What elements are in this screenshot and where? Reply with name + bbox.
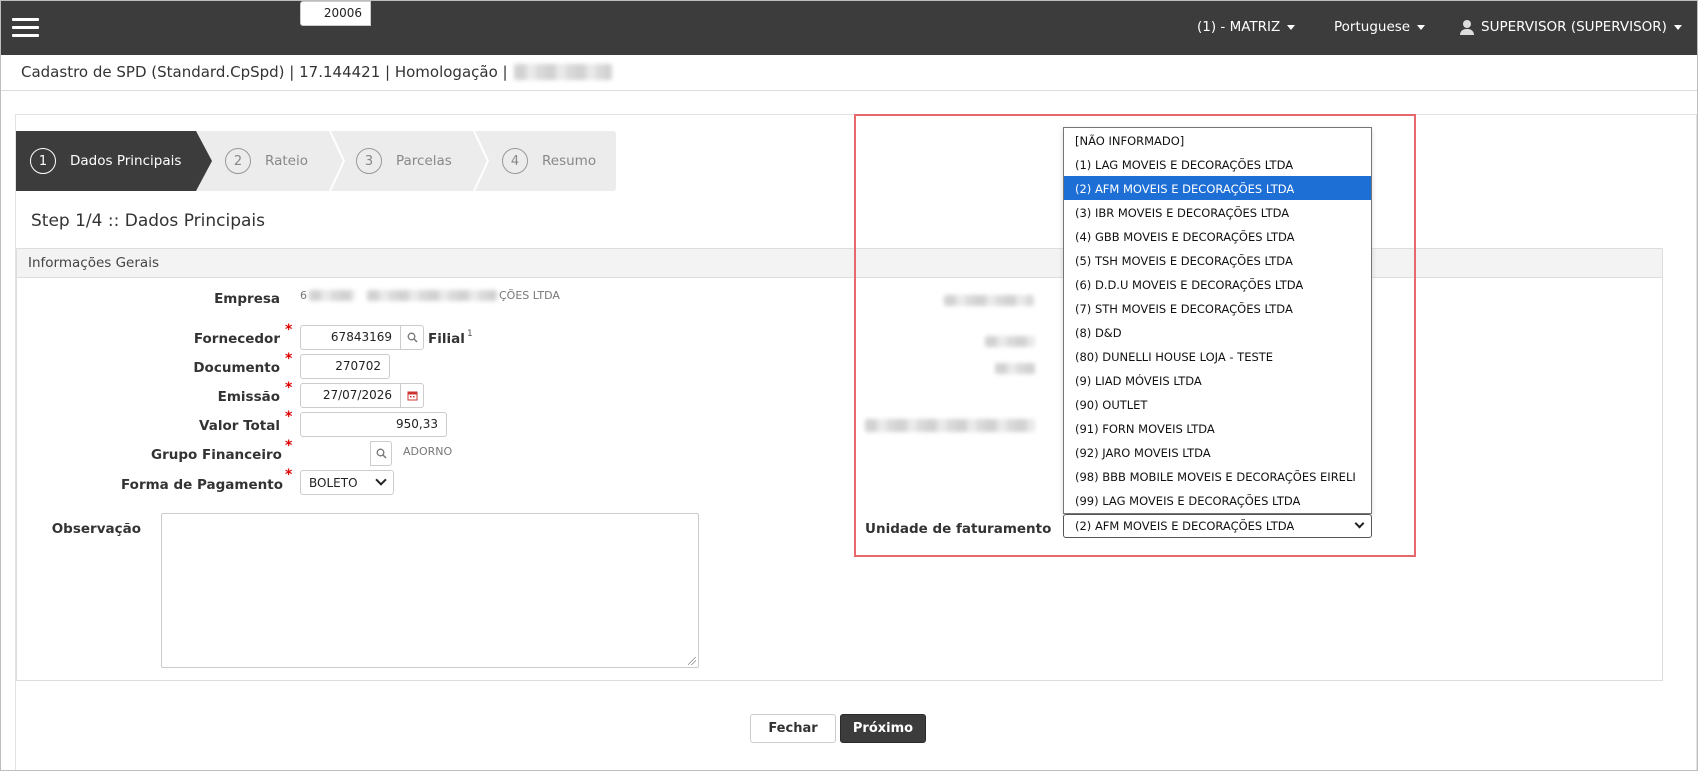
unidade-label: Unidade de faturamento <box>865 521 1052 537</box>
calendar-icon <box>407 391 417 401</box>
redacted-text <box>367 290 497 301</box>
wizard-step-4[interactable]: 4 Resumo <box>502 131 596 191</box>
required-marker: * <box>285 351 293 367</box>
redacted-text <box>309 290 355 301</box>
step-label: Rateio <box>265 153 308 169</box>
next-button[interactable]: Próximo <box>840 714 926 743</box>
step-separator-chevron-icon <box>473 131 490 191</box>
divider <box>1 90 1697 91</box>
empresa-value-prefix: 6 <box>300 289 307 302</box>
wizard-step-2[interactable]: 2 Rateio <box>225 131 308 191</box>
dropdown-option[interactable]: (8) D&D <box>1064 320 1371 344</box>
required-marker: * <box>285 467 293 483</box>
empresa-value: 6 ÇÕES LTDA <box>300 289 560 302</box>
required-marker: * <box>285 409 293 425</box>
dropdown-option[interactable]: (90) OUTLET <box>1064 392 1371 416</box>
dropdown-option[interactable]: (4) GBB MOVEIS E DECORAÇÕES LTDA <box>1064 224 1371 248</box>
caret-down-icon <box>1673 24 1682 30</box>
dropdown-option[interactable]: (5) TSH MOVEIS E DECORAÇÕES LTDA <box>1064 248 1371 272</box>
step-label: Dados Principais <box>70 153 182 169</box>
language-menu-label: Portuguese <box>1334 19 1411 35</box>
dropdown-option[interactable]: (91) FORN MOVEIS LTDA <box>1064 416 1371 440</box>
grupo-financeiro-description: ADORNO <box>403 445 453 458</box>
step-number: 2 <box>225 148 251 174</box>
required-marker: * <box>285 438 293 454</box>
app-window: (1) - MATRIZ Portuguese SUPERVISOR (SUPE… <box>0 0 1698 771</box>
emissao-label: Emissão <box>217 389 280 405</box>
valor-total-label: Valor Total <box>199 418 280 434</box>
step-label: Resumo <box>542 153 597 169</box>
forma-pagamento-value: BOLETO <box>309 475 358 490</box>
close-button[interactable]: Fechar <box>750 714 836 743</box>
fornecedor-input[interactable]: 67843169 <box>300 325 401 350</box>
company-menu-label: (1) - MATRIZ <box>1197 19 1281 35</box>
step-separator-chevron-icon <box>329 131 346 191</box>
valor-total-input[interactable]: 950,33 <box>300 412 447 437</box>
dropdown-option[interactable]: (6) D.D.U MOVEIS E DECORAÇÕES LTDA <box>1064 272 1371 296</box>
dropdown-option[interactable]: [NÃO INFORMADO] <box>1064 128 1371 152</box>
required-marker: * <box>285 322 293 338</box>
unidade-selected-value: (2) AFM MOVEIS E DECORAÇÕES LTDA <box>1075 519 1295 533</box>
language-menu[interactable]: Portuguese <box>1334 19 1426 35</box>
unidade-dropdown-list: [NÃO INFORMADO] (1) LAG MOVEIS E DECORAÇ… <box>1063 127 1372 514</box>
step-number: 3 <box>356 148 382 174</box>
emissao-calendar-button[interactable] <box>400 383 424 408</box>
step-number: 1 <box>30 148 56 174</box>
unidade-select[interactable]: (2) AFM MOVEIS E DECORAÇÕES LTDA <box>1063 514 1372 538</box>
fornecedor-label: Fornecedor <box>193 331 280 347</box>
resize-grip-icon[interactable] <box>688 657 696 665</box>
emissao-input[interactable]: 27/07/2026 <box>300 383 401 408</box>
company-menu[interactable]: (1) - MATRIZ <box>1197 19 1296 35</box>
chevron-down-icon <box>1354 518 1365 529</box>
wizard-step-3[interactable]: 3 Parcelas <box>356 131 452 191</box>
top-navbar: (1) - MATRIZ Portuguese SUPERVISOR (SUPE… <box>1 1 1697 55</box>
wizard-step-1[interactable]: 1 Dados Principais <box>16 131 212 191</box>
dropdown-option[interactable]: (1) LAG MOVEIS E DECORAÇÕES LTDA <box>1064 152 1371 176</box>
forma-pagamento-select[interactable]: BOLETO <box>300 470 394 495</box>
documento-label: Documento <box>193 360 280 376</box>
fornecedor-search-button[interactable] <box>400 325 424 350</box>
grupo-financeiro-search-button[interactable] <box>370 441 392 466</box>
required-marker: * <box>285 380 293 396</box>
forma-pagamento-label: Forma de Pagamento <box>121 477 283 493</box>
dropdown-option[interactable]: (98) BBB MOBILE MOVEIS E DECORAÇÕES EIRE… <box>1064 464 1371 488</box>
user-menu-label: SUPERVISOR (SUPERVISOR) <box>1481 19 1667 35</box>
search-icon <box>407 332 418 343</box>
dropdown-option[interactable]: (3) IBR MOVEIS E DECORAÇÕES LTDA <box>1064 200 1371 224</box>
wizard-steps: 1 Dados Principais 2 Rateio 3 Parcelas 4… <box>16 131 616 191</box>
empresa-label: Empresa <box>214 291 280 307</box>
grupo-financeiro-label: Grupo Financeiro <box>151 447 282 463</box>
grupo-financeiro-input[interactable]: 20006 <box>300 1 371 26</box>
hamburger-menu-icon[interactable] <box>12 18 39 38</box>
step-heading: Step 1/4 :: Dados Principais <box>31 211 265 231</box>
dropdown-option[interactable]: (9) LIAD MÓVEIS LTDA <box>1064 368 1371 392</box>
dropdown-option-highlighted[interactable]: (2) AFM MOVEIS E DECORAÇÕES LTDA <box>1064 176 1371 200</box>
user-menu[interactable]: SUPERVISOR (SUPERVISOR) <box>1460 19 1682 35</box>
dropdown-option[interactable]: (80) DUNELLI HOUSE LOJA - TESTE <box>1064 344 1371 368</box>
page-title-text: Cadastro de SPD (Standard.CpSpd) | 17.14… <box>21 63 508 81</box>
search-icon <box>376 448 387 459</box>
documento-input[interactable]: 270702 <box>300 354 390 379</box>
observacao-label: Observação <box>51 521 141 537</box>
caret-down-icon <box>1287 24 1296 30</box>
caret-down-icon <box>1417 24 1426 30</box>
empresa-value-suffix: ÇÕES LTDA <box>499 289 560 302</box>
step-number: 4 <box>502 148 528 174</box>
redacted-environment <box>513 64 612 80</box>
dropdown-option[interactable]: (92) JARO MOVEIS LTDA <box>1064 440 1371 464</box>
page-title: Cadastro de SPD (Standard.CpSpd) | 17.14… <box>21 63 612 81</box>
observacao-textarea[interactable] <box>161 513 699 668</box>
chevron-down-icon <box>375 474 387 486</box>
filial-count: 1 <box>467 329 473 339</box>
dropdown-option[interactable]: (99) LAG MOVEIS E DECORAÇÕES LTDA <box>1064 488 1371 512</box>
filial-label: Filial <box>428 331 465 347</box>
dropdown-option[interactable]: (7) STH MOVEIS E DECORAÇÕES LTDA <box>1064 296 1371 320</box>
step-label: Parcelas <box>396 153 452 169</box>
user-icon <box>1460 19 1474 35</box>
